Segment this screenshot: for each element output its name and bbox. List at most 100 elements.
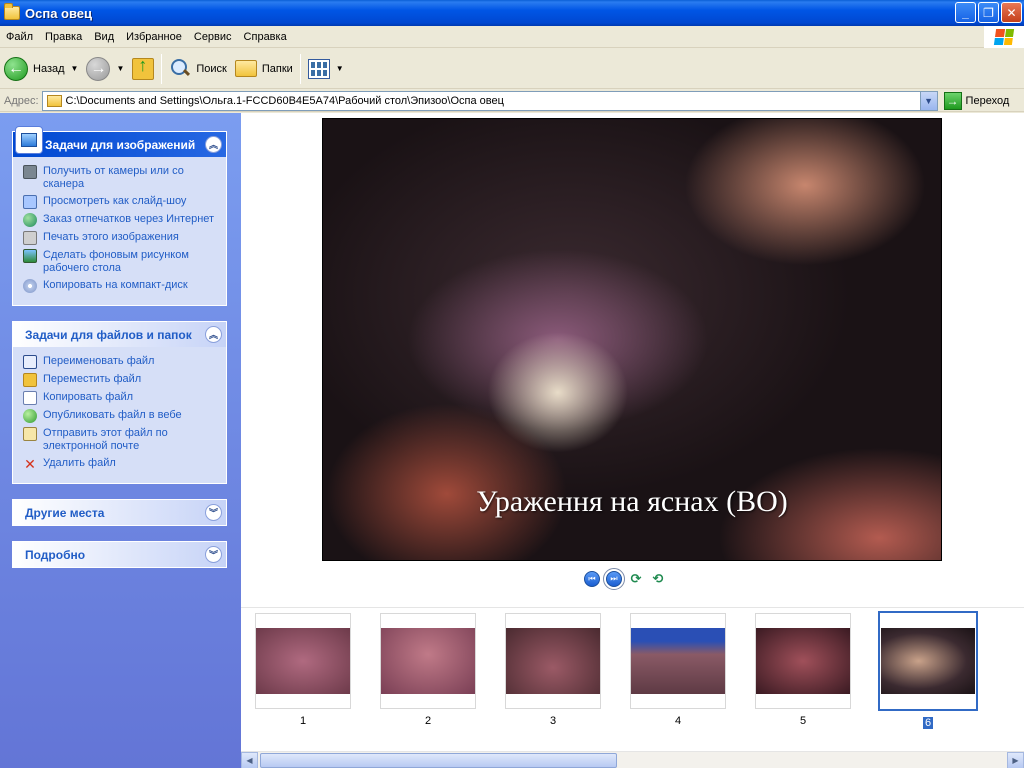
task-label: Заказ отпечатков через Интернет (43, 213, 215, 225)
task-label: Переименовать файл (43, 355, 155, 367)
task-label: Печать этого изображения (43, 231, 179, 243)
order-prints-icon (23, 213, 37, 227)
menu-edit[interactable]: Правка (39, 31, 88, 43)
next-image-button[interactable]: ⏭ (603, 568, 625, 590)
thumbnail-selected[interactable]: 6 (878, 611, 978, 729)
address-bar: Адрес: C:\Documents and Settings\Ольга.1… (0, 90, 1024, 112)
views-button[interactable]: ▼ (304, 52, 348, 86)
task-label: Копировать файл (43, 391, 134, 403)
collapse-icon[interactable]: ︽ (205, 326, 222, 343)
thumbnail-image (631, 628, 725, 694)
previous-image-button[interactable]: ⏮ (584, 571, 600, 587)
task-publish-web[interactable]: Опубликовать файл в вебе (23, 409, 220, 423)
preview-area: Ураження на яснах (ВО) ⏮ ⏭ ⟳ ⟲ (241, 113, 1024, 607)
other-places-title: Другие места (25, 505, 105, 520)
folder-icon (46, 94, 62, 107)
collapse-icon[interactable]: ︽ (205, 136, 222, 153)
details-title: Подробно (25, 547, 86, 562)
views-icon (307, 58, 330, 79)
task-slideshow[interactable]: Просмотреть как слайд-шоу (23, 195, 220, 209)
title-bar[interactable]: Оспа овец _ ❐ ✕ (0, 0, 1024, 26)
folders-button[interactable]: Папки (231, 52, 297, 86)
horizontal-scrollbar[interactable]: ◀ ▶ (241, 751, 1024, 768)
thumbnail-image (256, 628, 350, 694)
forward-button[interactable]: → ▼ (82, 52, 128, 86)
printer-icon (23, 231, 37, 245)
menu-file[interactable]: Файл (0, 31, 39, 43)
rotate-clockwise-icon[interactable]: ⟳ (628, 571, 644, 586)
back-dropdown-icon[interactable]: ▼ (71, 64, 79, 73)
task-rename-file[interactable]: Переименовать файл (23, 355, 220, 369)
views-dropdown-icon[interactable]: ▼ (336, 64, 344, 73)
address-dropdown-icon[interactable]: ▼ (919, 91, 937, 110)
thumbnail[interactable]: 5 (755, 613, 851, 729)
task-label: Опубликовать файл в вебе (43, 409, 182, 421)
menu-bar: Файл Правка Вид Избранное Сервис Справка (0, 26, 1024, 48)
task-delete-file[interactable]: ✕ Удалить файл (23, 457, 220, 471)
file-tasks-panel: Задачи для файлов и папок ︽ Переименоват… (12, 321, 227, 484)
back-button[interactable]: ← Назад ▼ (0, 52, 82, 86)
folders-label: Папки (261, 62, 293, 75)
address-field[interactable]: C:\Documents and Settings\Ольга.1-FCCD60… (41, 90, 938, 111)
filmstrip: 1 2 3 4 5 6 (241, 607, 1024, 751)
go-label: Переход (965, 94, 1010, 107)
thumbnail-number: 3 (549, 715, 557, 727)
toolbar-separator (161, 53, 163, 84)
up-button[interactable] (128, 52, 158, 86)
task-label: Удалить файл (43, 457, 116, 469)
task-order-prints[interactable]: Заказ отпечатков через Интернет (23, 213, 220, 227)
folder-up-icon (132, 55, 155, 80)
thumbnail-frame (878, 611, 978, 711)
scroll-right-icon[interactable]: ▶ (1007, 752, 1024, 768)
expand-icon[interactable]: ︾ (205, 504, 222, 521)
details-header[interactable]: Подробно ︾ (13, 542, 226, 567)
thumbnail[interactable]: 3 (505, 613, 601, 729)
email-icon (23, 427, 37, 441)
menu-help[interactable]: Справка (238, 31, 293, 43)
image-tasks-header[interactable]: Задачи для изображений ︽ (13, 126, 226, 157)
rotate-counterclockwise-icon[interactable]: ⟲ (650, 571, 666, 586)
task-copy-to-cd[interactable]: Копировать на компакт-диск (23, 279, 220, 293)
thumbnail-list: 1 2 3 4 5 6 (255, 611, 978, 729)
thumbnail[interactable]: 4 (630, 613, 726, 729)
address-path[interactable]: C:\Documents and Settings\Ольга.1-FCCD60… (66, 95, 504, 107)
forward-dropdown-icon[interactable]: ▼ (116, 64, 124, 73)
task-label: Просмотреть как слайд-шоу (43, 195, 187, 207)
expand-icon[interactable]: ︾ (205, 546, 222, 563)
file-tasks-list: Переименовать файл Переместить файл Копи… (13, 347, 226, 483)
task-print-image[interactable]: Печать этого изображения (23, 231, 220, 245)
scrollbar-thumb[interactable] (260, 753, 617, 768)
window-controls: _ ❐ ✕ (955, 2, 1022, 23)
thumbnail-number: 5 (799, 715, 807, 727)
thumbnail-number: 4 (674, 715, 682, 727)
task-email-file[interactable]: Отправить этот файл по электронной почте (23, 427, 220, 453)
menu-favorites[interactable]: Избранное (120, 31, 188, 43)
details-panel: Подробно ︾ (12, 541, 227, 568)
menu-tools[interactable]: Сервис (188, 31, 238, 43)
cd-icon (23, 279, 37, 293)
close-button[interactable]: ✕ (1001, 2, 1022, 23)
task-copy-file[interactable]: Копировать файл (23, 391, 220, 405)
file-tasks-header[interactable]: Задачи для файлов и папок ︽ (13, 322, 226, 347)
task-move-file[interactable]: Переместить файл (23, 373, 220, 387)
file-tasks-title: Задачи для файлов и папок (25, 327, 192, 342)
delete-icon: ✕ (24, 456, 36, 472)
search-button[interactable]: Поиск (165, 52, 230, 86)
picture-tasks-icon (15, 126, 43, 154)
go-button[interactable]: → Переход (943, 91, 1010, 110)
preview-controls: ⏮ ⏭ ⟳ ⟲ (584, 568, 666, 590)
scroll-left-icon[interactable]: ◀ (241, 752, 258, 768)
maximize-button[interactable]: ❐ (978, 2, 999, 23)
thumbnail-frame (505, 613, 601, 709)
image-tasks-list: Получить от камеры или со сканера Просмо… (13, 157, 226, 305)
task-set-wallpaper[interactable]: Сделать фоновым рисунком рабочего стола (23, 249, 220, 275)
menu-view[interactable]: Вид (88, 31, 120, 43)
copy-icon (23, 391, 37, 405)
minimize-button[interactable]: _ (955, 2, 976, 23)
image-tasks-panel: Задачи для изображений ︽ Получить от кам… (12, 126, 227, 306)
thumbnail[interactable]: 1 (255, 613, 351, 729)
thumbnail[interactable]: 2 (380, 613, 476, 729)
task-get-from-camera[interactable]: Получить от камеры или со сканера (23, 165, 220, 191)
other-places-header[interactable]: Другие места ︾ (13, 500, 226, 525)
image-preview[interactable]: Ураження на яснах (ВО) (322, 118, 942, 561)
